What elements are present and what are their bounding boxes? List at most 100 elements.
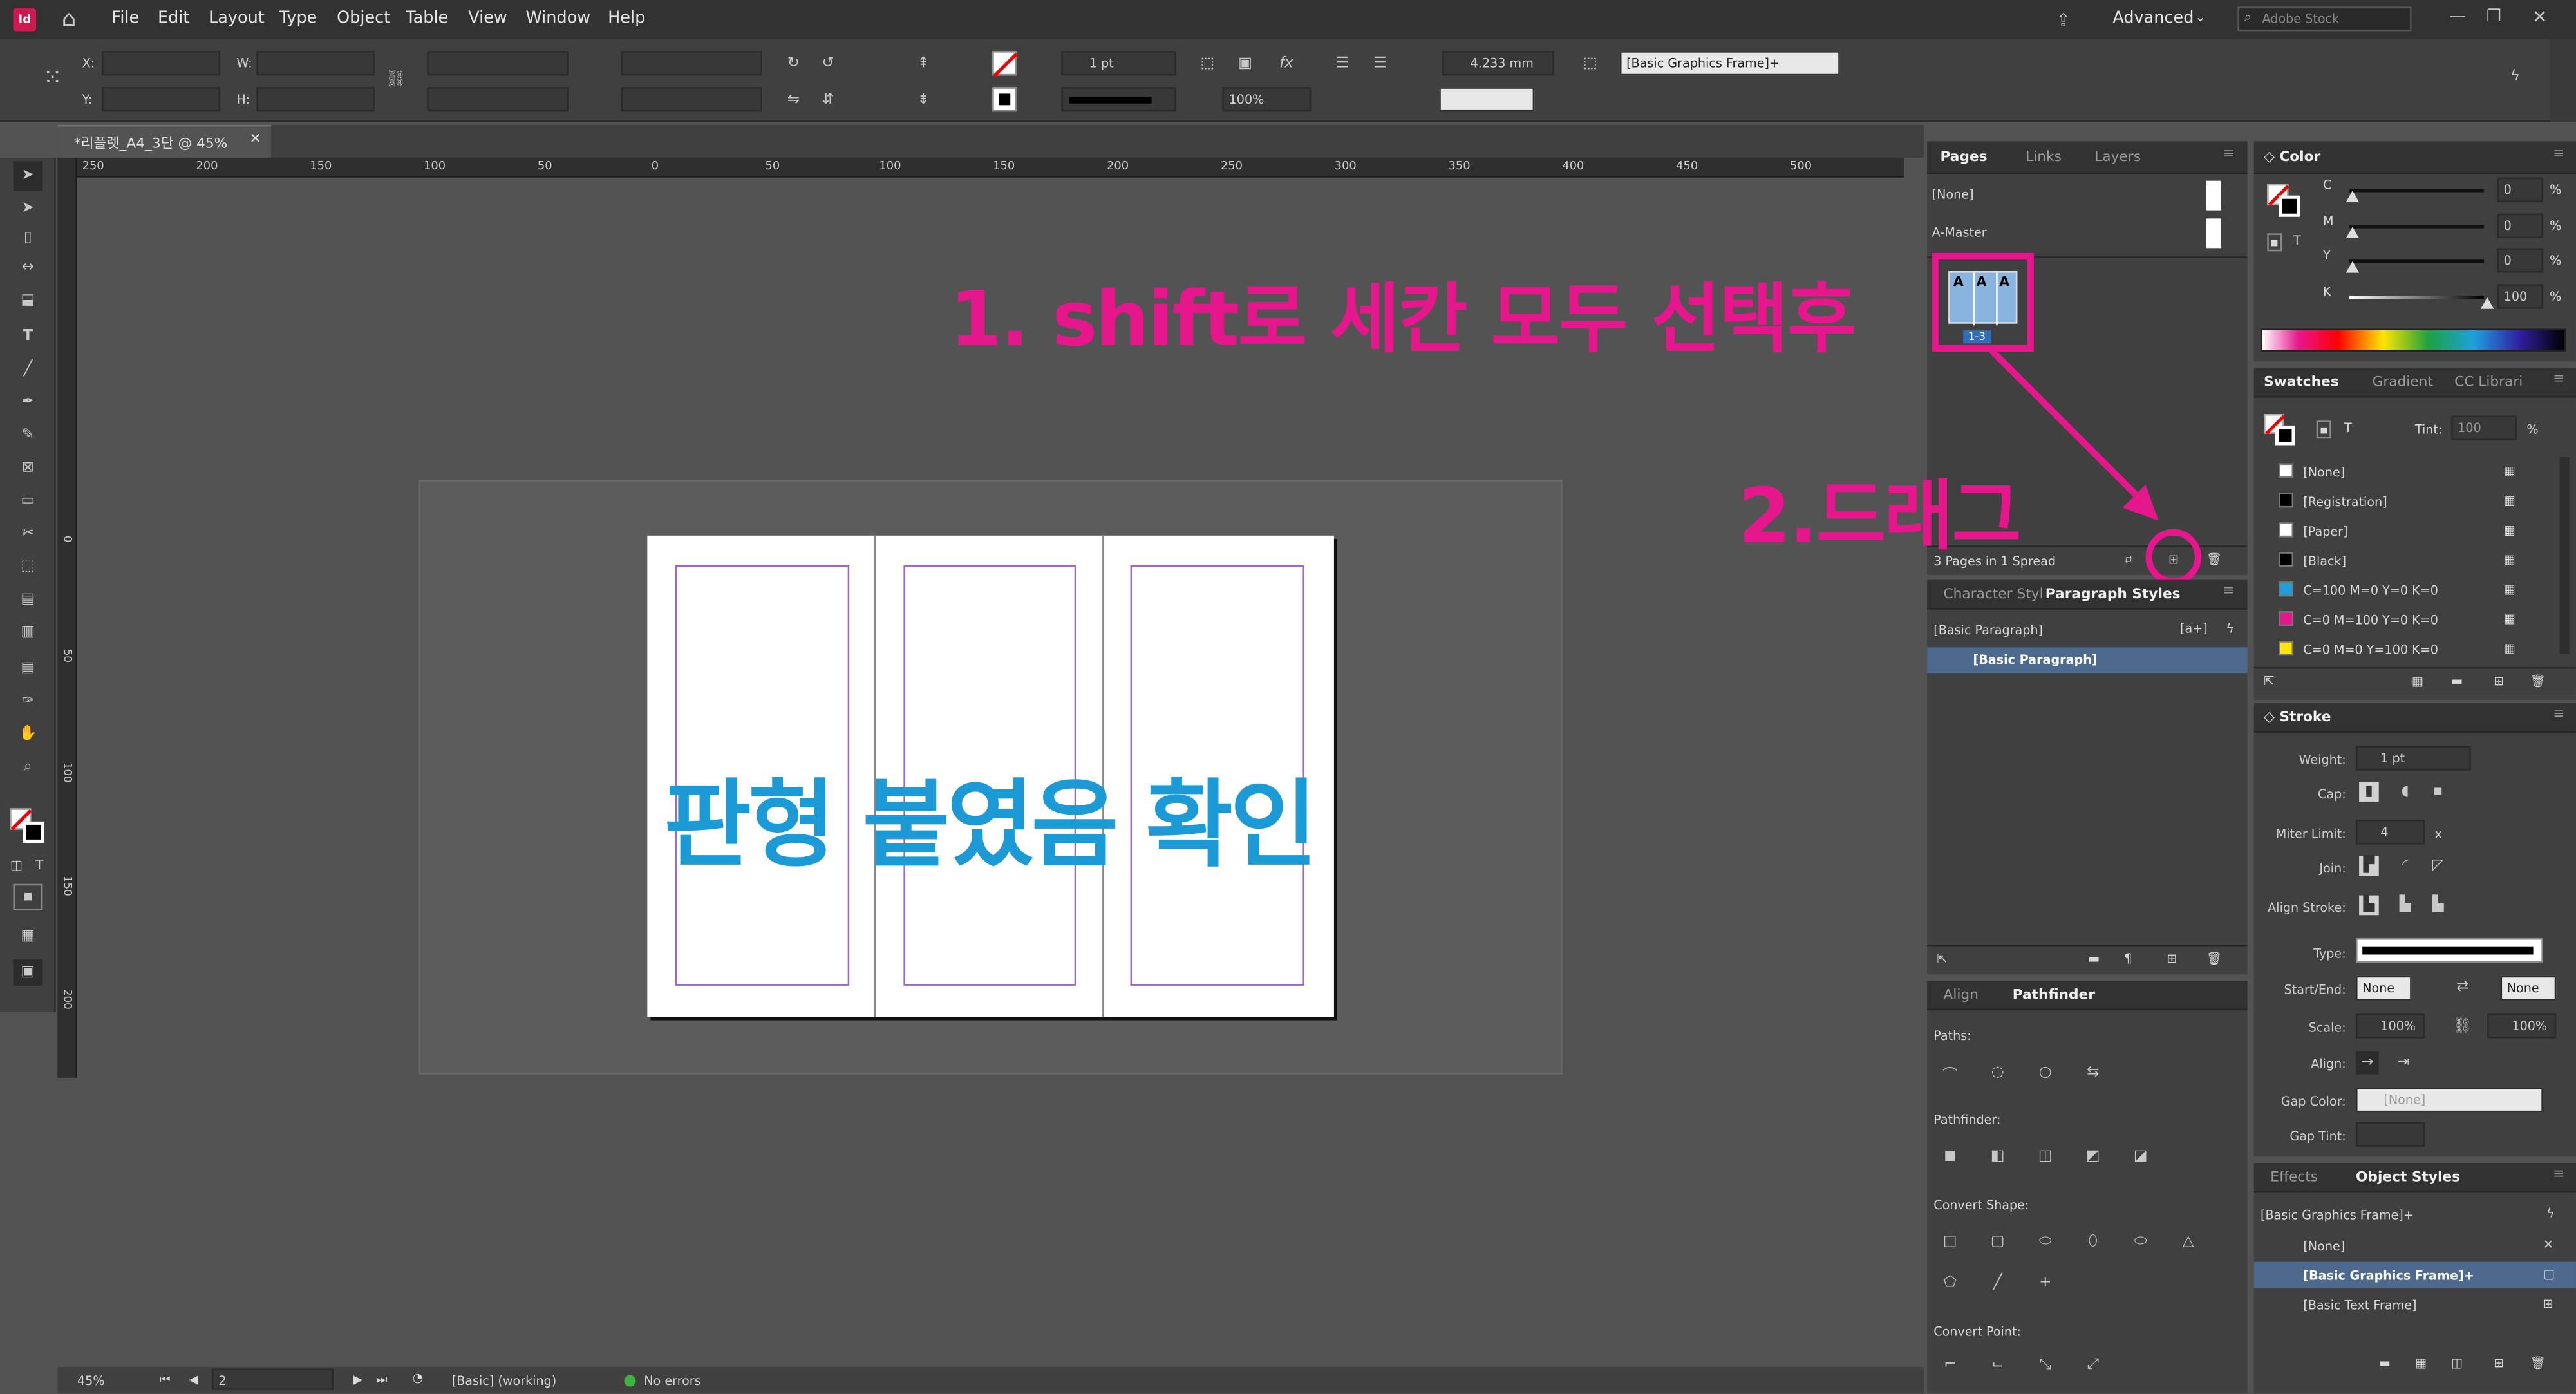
channel-slider[interactable] [2349,224,2485,228]
tab-align[interactable]: Align [1944,988,1979,1004]
stroke-type-select[interactable] [1061,87,1176,112]
add-shape-icon[interactable]: ◼ [1937,1144,1963,1170]
channel-slider[interactable] [2349,259,2485,263]
clear-icon[interactable]: ▦ [2415,1355,2427,1370]
panel-menu-icon[interactable]: ≡ [2553,1167,2564,1183]
swatch-scrollbar[interactable] [2559,457,2570,654]
subtract-shape-icon[interactable]: ◧ [1984,1144,2011,1170]
formatting-text-icon[interactable]: T [30,854,50,874]
menu-table[interactable]: Table [406,10,448,28]
panel-menu-icon[interactable]: ≡ [2553,372,2564,388]
menu-window[interactable]: Window [526,10,591,28]
channel-slider[interactable] [2349,295,2485,299]
reverse-path-icon[interactable]: ⇆ [2080,1060,2106,1086]
zoom-tool-icon[interactable]: ⌕ [13,753,42,782]
reference-point-icon[interactable]: ⁙ [36,62,69,95]
folder-icon[interactable]: ▬ [2379,1355,2391,1370]
new-style-group-icon[interactable]: [a+] [2180,621,2208,636]
fx-icon[interactable]: fx [1272,53,1301,76]
minimize-icon[interactable]: — [2445,5,2471,28]
miter-join-icon[interactable]: ▛ [2359,856,2379,876]
tab-paragraph-styles[interactable]: Paragraph Styles [2045,587,2181,603]
text-format-icon[interactable]: T [2344,420,2352,435]
new-style-icon[interactable]: ⊞ [2494,1355,2504,1370]
tint-field[interactable]: 100 [2450,415,2517,440]
prev-page-icon[interactable]: ◀ [189,1372,198,1387]
normal-view-icon[interactable]: ▪ [13,883,43,910]
page-number-field[interactable]: 2 [212,1368,334,1390]
link-scale-icon[interactable]: ⛓ [2451,1015,2474,1039]
swap-arrows-icon[interactable]: ⇄ [2451,976,2474,999]
line-tool-icon[interactable]: ╱ [13,355,42,384]
delete-style-icon[interactable]: 🗑 [2530,1355,2545,1370]
polygon-shape-icon[interactable]: ⬠ [1937,1270,1963,1296]
open-path-icon[interactable]: ◌ [1984,1060,2011,1086]
home-icon[interactable]: ⌂ [56,6,82,33]
tab-effects[interactable]: Effects [2270,1170,2318,1187]
projecting-cap-icon[interactable]: ▪ [2428,782,2448,802]
flip-h-icon[interactable]: ⇋ [782,89,805,112]
constrain-link-icon[interactable]: ⛓ [384,68,408,91]
menu-layout[interactable]: Layout [209,10,265,28]
share-icon[interactable]: ⇪ [2050,6,2076,33]
menu-object[interactable]: Object [337,10,390,28]
tab-gradient[interactable]: Gradient [2373,375,2433,391]
rotate-field[interactable] [621,51,762,76]
delete-style-icon[interactable]: 🗑 [2206,951,2222,966]
arrow-place-icon[interactable]: ⇥ [2392,1051,2415,1075]
round-join-icon[interactable]: ◜ [2395,856,2415,876]
fit-frame-icon[interactable]: ▣ [1234,53,1257,76]
container-icon[interactable]: ▪ [2267,233,2282,252]
restore-icon[interactable]: ❐ [2481,5,2507,28]
eyedropper-tool-icon[interactable]: ✑ [13,687,42,717]
lightning-icon[interactable]: ϟ [2226,621,2234,636]
scale-y-field[interactable] [427,87,569,112]
opacity-preview[interactable] [1439,87,1535,112]
smooth-point-icon[interactable]: ⤡ [2032,1352,2058,1379]
menu-view[interactable]: View [468,10,507,28]
opacity-field[interactable]: 100% [1222,87,1312,112]
hand-tool-icon[interactable]: ✋ [13,720,42,749]
beveled-rectangle-icon[interactable]: ⬭ [2032,1229,2058,1256]
h-field[interactable] [256,87,375,112]
pencil-tool-icon[interactable]: ✎ [13,420,42,450]
panel-menu-icon[interactable]: ≡ [2223,146,2234,163]
scissors-tool-icon[interactable]: ✂ [13,519,42,549]
ellipse-shape-icon[interactable]: ⬭ [2127,1229,2154,1256]
menu-file[interactable]: File [112,10,140,28]
tab-pathfinder[interactable]: Pathfinder [2013,988,2095,1004]
inverse-rounded-icon[interactable]: ⬯ [2080,1229,2106,1256]
lightning-icon[interactable]: ϟ [2504,66,2527,89]
error-count[interactable]: No errors [644,1373,700,1388]
close-path-icon[interactable]: ○ [2032,1060,2058,1086]
container-icon[interactable]: ▪ [2316,420,2331,439]
offset-field[interactable]: 4.233 mm [1442,51,1554,76]
rounded-rectangle-icon[interactable]: ▢ [1984,1229,2011,1256]
object-style-select[interactable]: [Basic Graphics Frame]+ [1619,51,1840,76]
butt-cap-icon[interactable]: ▮ [2359,782,2379,802]
tab-pages[interactable]: Pages [1940,149,1987,166]
clear-overrides-icon[interactable]: ◫ [2451,1355,2463,1370]
page-size-icon[interactable]: ⧉ [2124,552,2133,569]
folder-icon[interactable]: ▬ [2451,673,2463,688]
join-path-icon[interactable]: ⌒ [1937,1060,1963,1086]
orthogonal-line-icon[interactable]: + [2032,1270,2058,1296]
master-a[interactable]: A-Master [1932,225,1987,240]
clear-overrides-icon[interactable]: ¶ [2124,951,2132,966]
horizontal-ruler[interactable]: 250 200 150 100 50 0 50 100 150 200 250 300 350 400 45… [77,157,1904,178]
symmetrical-point-icon[interactable]: ⤢ [2080,1352,2106,1379]
first-page-icon[interactable]: ⏮ [160,1372,171,1389]
object-style-item-graphics[interactable]: [Basic Graphics Frame]+ ▢ [2253,1261,2576,1288]
channel-value[interactable]: 100 [2497,283,2543,308]
channel-value[interactable]: 0 [2497,177,2543,202]
swatch-item[interactable]: [Paper] ▦ [2254,516,2556,543]
folder-icon[interactable]: ▬ [2088,951,2100,966]
next-page-icon[interactable]: ▶ [353,1372,363,1387]
panel-menu-icon[interactable]: ≡ [2223,583,2234,600]
tab-cc-libraries[interactable]: CC Librari [2454,375,2523,391]
swatch-item[interactable]: C=0 M=0 Y=100 K=0 ▦ [2254,634,2556,662]
swatch-item[interactable]: C=0 M=100 Y=0 K=0 ▦ [2254,605,2556,632]
master-none[interactable]: [None] [1932,187,1974,202]
load-styles-icon[interactable]: ⇱ [1937,951,1947,966]
preflight-icon[interactable]: ◔ [412,1370,423,1385]
